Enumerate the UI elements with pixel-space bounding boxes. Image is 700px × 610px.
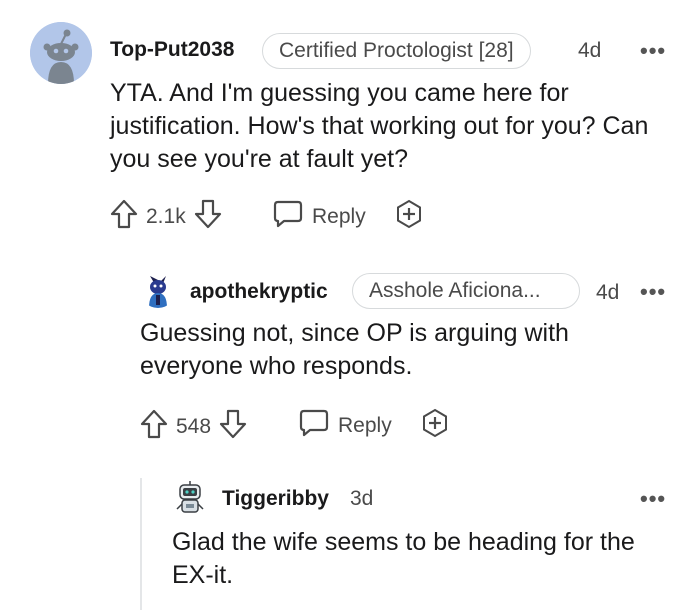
comment-bubble-icon <box>272 199 304 235</box>
comment-username[interactable]: Tiggeribby <box>222 487 329 511</box>
reply-button[interactable]: Reply <box>272 200 366 234</box>
comment-username[interactable]: Top-Put2038 <box>110 38 234 62</box>
award-button[interactable] <box>420 408 450 444</box>
more-options-icon[interactable]: ••• <box>640 488 666 510</box>
downvote-icon[interactable] <box>219 409 247 445</box>
comment-body: YTA. And I'm guessing you came here for … <box>110 79 649 173</box>
user-flair: Asshole Aficiona... <box>352 273 580 309</box>
comment-username[interactable]: apothekryptic <box>190 280 328 304</box>
more-options-icon[interactable]: ••• <box>640 281 666 303</box>
upvote-icon[interactable] <box>110 199 138 235</box>
reply-button[interactable]: Reply <box>298 409 392 443</box>
comment-body: Guessing not, since OP is arguing with e… <box>140 319 569 380</box>
award-plus-icon <box>394 199 424 235</box>
reply-label: Reply <box>338 414 392 437</box>
comment-time: 4d <box>578 39 602 62</box>
user-flair: Certified Proctologist [28] <box>262 33 531 69</box>
avatar[interactable] <box>30 22 92 84</box>
vote-controls: 2.1k <box>110 199 222 235</box>
avatar[interactable] <box>172 480 208 516</box>
snoo-avatar-icon <box>30 22 92 84</box>
thread-line[interactable] <box>140 478 142 610</box>
comment-time: 4d <box>596 281 620 304</box>
vote-count: 2.1k <box>146 205 186 228</box>
downvote-icon[interactable] <box>194 199 222 235</box>
reply-label: Reply <box>312 205 366 228</box>
comment-bubble-icon <box>298 408 330 444</box>
vote-controls: 548 <box>140 409 247 445</box>
robot-avatar-icon <box>176 481 204 513</box>
award-plus-icon <box>420 408 450 444</box>
comment-time: 3d <box>350 487 374 510</box>
award-button[interactable] <box>394 199 424 235</box>
custom-avatar-icon <box>149 276 167 308</box>
vote-count: 548 <box>176 415 212 438</box>
comment-body: Glad the wife seems to be heading for th… <box>172 528 635 589</box>
more-options-icon[interactable]: ••• <box>640 40 666 62</box>
upvote-icon[interactable] <box>140 409 168 445</box>
avatar[interactable] <box>140 272 176 308</box>
